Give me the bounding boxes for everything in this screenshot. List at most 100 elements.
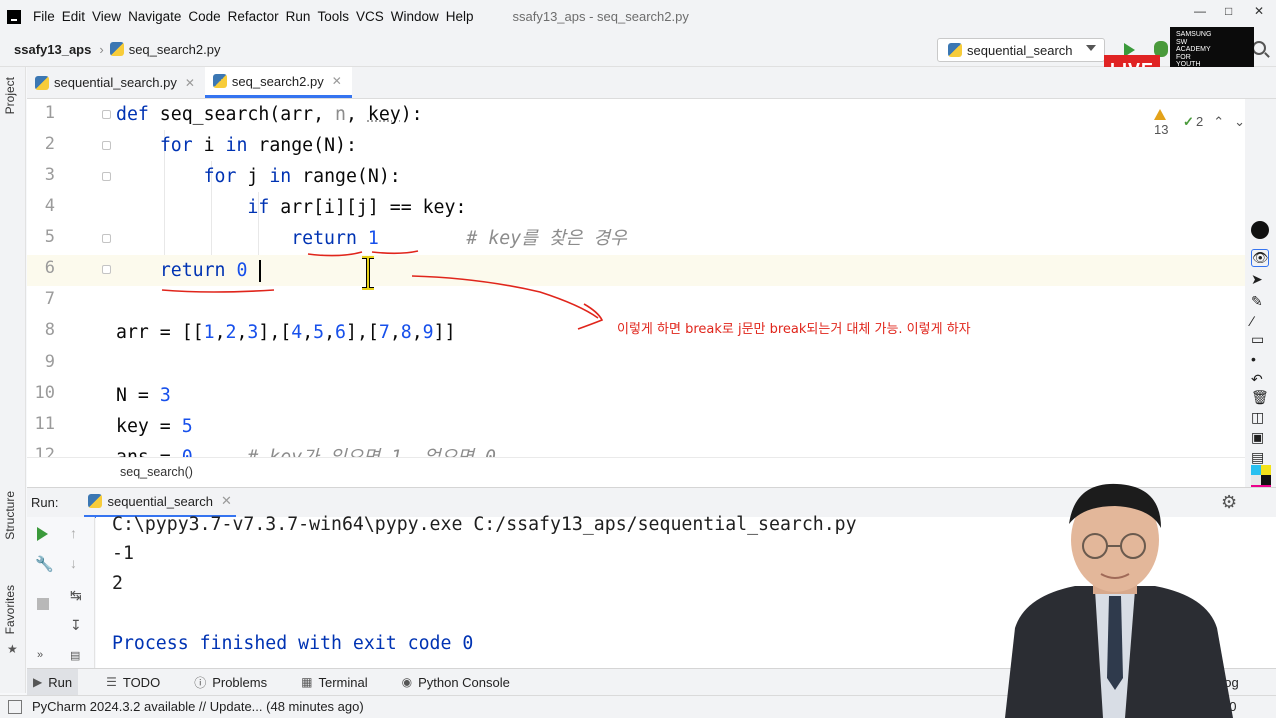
menu-code[interactable]: Code [188,9,226,24]
number-literal: 9 [422,322,434,343]
line-icon[interactable]: ∕ [1251,313,1269,331]
arrow-up-icon[interactable]: ↑ [70,525,77,541]
number-literal: 7 [378,322,390,343]
pen-icon[interactable]: ✎ [1251,293,1269,311]
code-line-6: return 0 [116,255,248,286]
fold-marker-icon[interactable] [102,234,111,243]
eye-icon[interactable]: 👁 [1251,249,1269,267]
code-text: i [192,135,226,156]
number-literal: 2 [225,322,237,343]
tab-terminal[interactable]: ▦ Terminal [295,669,373,696]
tab-label: Python Console [418,674,510,690]
screen-icon[interactable]: ◫ [1251,409,1269,427]
number-literal: 1 [367,228,379,249]
arrow-down-icon[interactable]: ↓ [70,555,77,571]
number-literal: 6 [335,322,346,343]
color-cyan-swatch[interactable] [1251,465,1261,475]
tab-python-console[interactable]: ◉ Python Console [396,669,516,696]
color-white-swatch[interactable] [1251,475,1261,485]
color-yellow-swatch[interactable] [1261,465,1271,475]
breadcrumb-function[interactable]: seq_search() [120,465,193,479]
rerun-icon[interactable] [37,527,48,541]
chevron-down-icon[interactable]: ⌄ [1234,114,1245,130]
structure-tool-button[interactable]: Structure [3,491,17,540]
layout-icon[interactable] [8,700,22,714]
more-icon[interactable]: » [37,649,43,661]
code-text: ): [400,104,423,125]
camera-icon[interactable]: ▣ [1251,429,1269,447]
menu-help[interactable]: Help [446,9,480,24]
tab-run[interactable]: ▶ Run [27,668,79,696]
favorites-tool-button[interactable]: Favorites [3,585,17,634]
code-text: ans = [116,447,182,457]
file-crumb[interactable]: seq_search2.py [109,42,220,57]
fold-marker-icon[interactable] [102,172,111,181]
run-tab-sequential-search[interactable]: sequential_search ✕ [84,488,236,518]
inspection-widget[interactable]: 13 ✓ 2 ⌃ ⌄ [1154,107,1245,137]
tab-problems[interactable]: ⓘ Problems [188,669,273,696]
menu-vcs[interactable]: VCS [356,9,390,24]
console-line: Process finished with exit code 0 [112,633,474,654]
code-editor[interactable]: 1 2 3 4 5 6 7 8 9 10 11 12 def seq_searc… [27,99,1245,457]
menu-tools[interactable]: Tools [317,9,355,24]
trash-icon[interactable]: 🗑 [1251,389,1269,407]
wrench-icon[interactable]: 🔧 [35,555,54,573]
line-number: 6 [44,258,55,278]
color-black-swatch[interactable] [1261,475,1271,485]
menu-navigate[interactable]: Navigate [128,9,187,24]
chevron-up-icon[interactable]: ⌃ [1213,114,1224,130]
line-number: 3 [44,165,55,185]
academy-logo-line: FOR [1176,53,1191,61]
tab-label: Run [48,674,73,690]
console-line: 2 [112,573,123,594]
line-number: 4 [44,196,55,216]
menu-view[interactable]: View [92,9,127,24]
code-line-4: if arr[i][j] == key: [116,192,466,223]
menu-window[interactable]: Window [391,9,445,24]
check-icon: ✓ [1183,114,1194,129]
project-crumb[interactable]: ssafy13_aps [14,42,91,57]
problems-icon: ⓘ [194,675,207,690]
close-tab-icon[interactable]: ✕ [221,493,232,509]
scroll-to-end-icon[interactable]: ↧ [70,617,82,634]
pin-tab-icon[interactable]: ▤ [70,649,80,662]
menu-refactor[interactable]: Refactor [228,9,285,24]
code-text: j [236,166,270,187]
menu-file[interactable]: File [33,9,61,24]
weak-warning-count[interactable]: ✓ 2 [1183,114,1203,130]
tab-todo[interactable]: ☰ TODO [100,669,166,696]
warning-count[interactable]: 13 [1154,107,1173,137]
code-line-1: def seq_search(arr, n, key): [116,99,423,130]
search-icon[interactable] [1252,41,1266,55]
eraser-icon[interactable]: ▭ [1251,331,1269,349]
project-tool-button[interactable]: Project [3,77,17,114]
close-tab-icon[interactable]: ✕ [185,76,195,90]
menu-run[interactable]: Run [286,9,317,24]
menu-edit[interactable]: Edit [62,9,91,24]
close-icon[interactable]: ✕ [1254,4,1264,18]
minimize-icon[interactable]: — [1194,4,1206,18]
close-tab-icon[interactable]: ✕ [332,74,342,88]
tab-seq-search2[interactable]: seq_search2.py ✕ [204,67,352,98]
undo-icon[interactable]: ↶ [1251,371,1269,389]
python-icon [948,43,962,57]
pin-icon[interactable] [1251,221,1269,239]
stop-icon[interactable] [37,598,49,610]
run-tab-label: sequential_search [107,493,213,509]
pycharm-logo-icon [7,9,21,24]
maximize-icon[interactable]: □ [1225,4,1232,18]
pointer-icon[interactable]: ➤ [1251,271,1269,289]
fold-marker-icon[interactable] [102,141,111,150]
run-config-dropdown[interactable]: sequential_search [937,38,1105,62]
soft-wrap-icon[interactable]: ↹ [70,587,82,604]
academy-logo-line: SAMSUNG [1176,31,1212,38]
tab-label: TODO [122,674,161,690]
warning-count-label: 13 [1154,122,1169,137]
tab-sequential-search[interactable]: sequential_search.py ✕ [27,67,205,98]
run-toolbar: ↑ 🔧 ↓ ↹ ↧ » ▤ [27,517,95,668]
fold-marker-icon[interactable] [102,110,111,119]
dot-icon[interactable]: • [1251,351,1269,369]
update-notice[interactable]: PyCharm 2024.3.2 available // Update... … [32,699,364,714]
keyword: in [225,135,248,156]
fold-marker-icon[interactable] [102,265,111,274]
